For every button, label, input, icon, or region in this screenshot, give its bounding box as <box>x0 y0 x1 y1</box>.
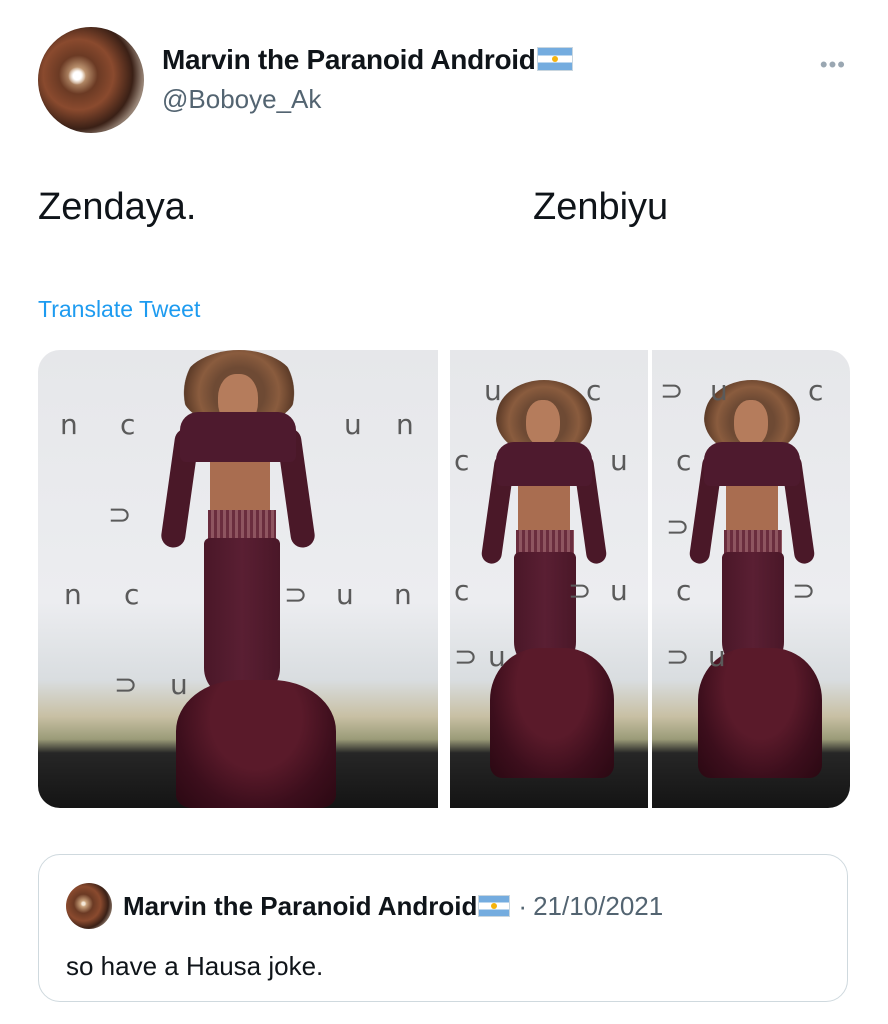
backdrop-letter: ⊃ <box>284 578 308 611</box>
backdrop-letter: c <box>676 444 692 477</box>
quoted-tweet-date: 21/10/2021 <box>533 891 664 921</box>
argentina-flag-icon <box>536 47 573 71</box>
quoted-tweet-card[interactable]: Marvin the Paranoid Android · 21/10/2021 s… <box>38 854 848 1002</box>
backdrop-letter: u <box>610 444 628 477</box>
backdrop-letter: u <box>610 574 628 607</box>
media-image-2[interactable]: u c c u c ⊃ u ⊃ u <box>450 350 648 808</box>
backdrop-letter: n <box>394 578 412 611</box>
backdrop-letter: c <box>124 578 140 611</box>
translate-tweet-link[interactable]: Translate Tweet <box>38 296 200 323</box>
backdrop-letter: ⊃ <box>108 498 132 531</box>
figure-illustration <box>158 350 358 808</box>
backdrop-letter: ⊃ <box>666 640 690 673</box>
figure-illustration <box>480 380 620 808</box>
backdrop-letter: ⊃ <box>568 574 592 607</box>
backdrop-letter: u <box>708 640 726 673</box>
backdrop-letter: ⊃ <box>114 668 138 701</box>
tweet-text-left: Zendaya. <box>38 186 197 228</box>
quoted-author-name: Marvin the Paranoid Android <box>123 891 478 921</box>
backdrop-letter: ⊃ <box>660 374 684 407</box>
backdrop-letter: n <box>396 408 414 441</box>
separator-dot: · <box>518 891 528 921</box>
backdrop-letter: c <box>120 408 136 441</box>
backdrop-letter: u <box>344 408 362 441</box>
quoted-tweet-text: so have a Hausa joke. <box>66 951 324 981</box>
argentina-flag-icon <box>478 895 511 917</box>
backdrop-letter: c <box>676 574 692 607</box>
author-handle[interactable]: @Boboye_Ak <box>162 84 321 115</box>
quoted-author-avatar <box>66 883 112 929</box>
backdrop-letter: ⊃ <box>666 510 690 543</box>
author-avatar[interactable] <box>38 27 144 133</box>
backdrop-letter: n <box>64 578 82 611</box>
backdrop-letter: c <box>586 374 602 407</box>
backdrop-letter: u <box>336 578 354 611</box>
backdrop-letter: u <box>488 640 506 673</box>
tweet-media[interactable]: n c u n ⊃ n c ⊃ u n ⊃ u u c c u c ⊃ u ⊃ <box>38 350 850 808</box>
avatar-highlight <box>68 67 86 85</box>
backdrop-letter: u <box>170 668 188 701</box>
backdrop-letter: ⊃ <box>792 574 816 607</box>
backdrop-letter: u <box>484 374 502 407</box>
backdrop-letter: n <box>60 408 78 441</box>
author-name-text: Marvin the Paranoid Android <box>162 44 536 75</box>
backdrop-letter: c <box>454 444 470 477</box>
backdrop-letter: c <box>808 374 824 407</box>
media-image-3[interactable]: ⊃ u c c ⊃ c ⊃ ⊃ u <box>652 350 850 808</box>
quoted-tweet-header: Marvin the Paranoid Android · 21/10/2021 <box>123 891 663 922</box>
media-image-1[interactable]: n c u n ⊃ n c ⊃ u n ⊃ u <box>38 350 438 808</box>
backdrop-letter: c <box>454 574 470 607</box>
backdrop-letter: ⊃ <box>454 640 478 673</box>
tweet-text-right: Zenbiyu <box>533 186 669 228</box>
author-display-name[interactable]: Marvin the Paranoid Android <box>162 44 573 76</box>
more-options-icon[interactable]: ••• <box>820 52 846 78</box>
backdrop-letter: u <box>710 374 728 407</box>
